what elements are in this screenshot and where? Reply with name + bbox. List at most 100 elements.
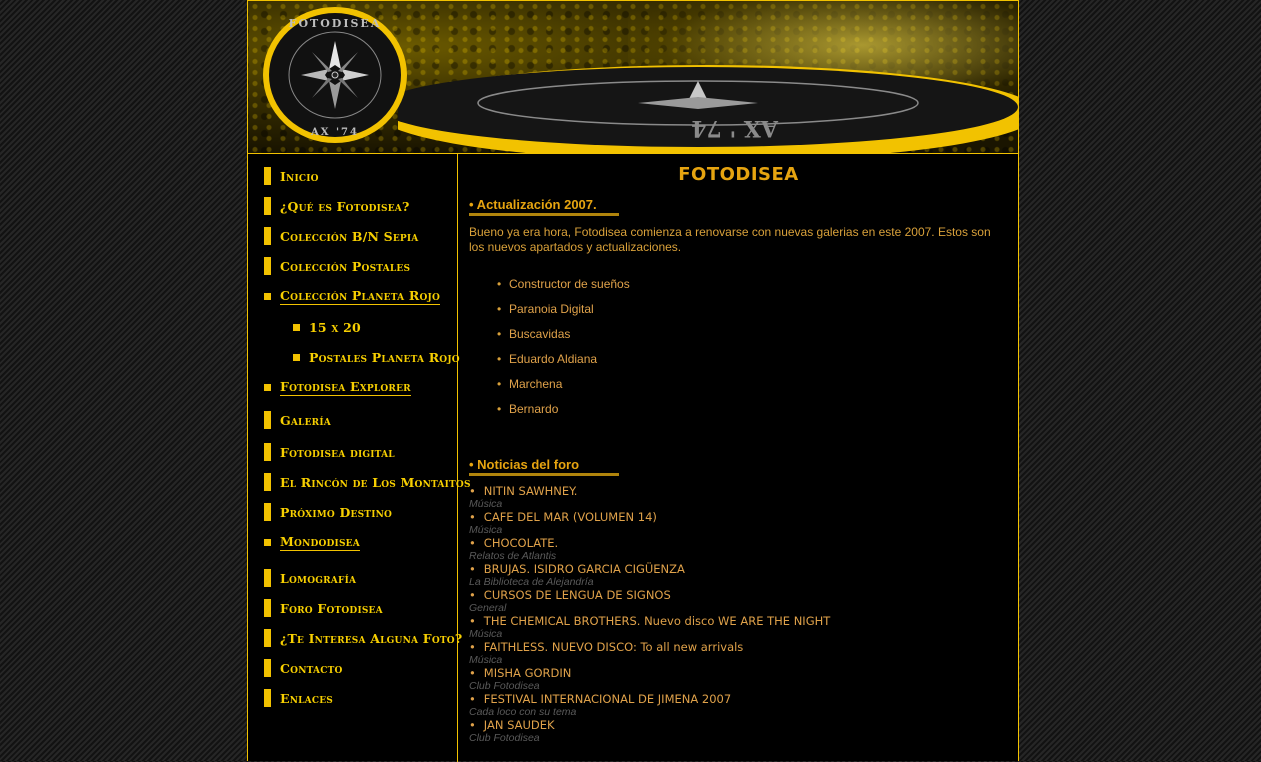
news-title-link[interactable]: • FAITHLESS. NUEVO DISCO: To all new arri… <box>469 641 830 654</box>
square-bullet-icon <box>264 292 271 300</box>
bullet-icon: • <box>497 401 502 416</box>
square-bullet-icon <box>293 323 300 331</box>
fotodisea-logo: FOTODISEA AX '74 <box>263 7 407 143</box>
gallery-link[interactable]: • Eduardo Aldiana <box>497 346 630 371</box>
sidebar-item-lomografía[interactable]: Lomografía <box>264 567 356 589</box>
sidebar-item-mondodisea[interactable]: Mondodisea <box>264 531 360 553</box>
bullet-icon: • <box>469 614 476 628</box>
square-bullet-icon <box>293 353 300 361</box>
news-title-link[interactable]: • CAFE DEL MAR (VOLUMEN 14) <box>469 511 830 524</box>
sidebar-item-label: ¿Qué es Fotodisea? <box>280 198 410 214</box>
bullet-icon: • <box>469 718 476 732</box>
news-title-link[interactable]: • CHOCOLATE. <box>469 537 830 550</box>
sidebar-item-qué-es-fotodisea[interactable]: ¿Qué es Fotodisea? <box>264 195 410 217</box>
sidebar-item-label: Fotodisea Explorer <box>280 378 411 396</box>
sidebar-item-colección-planeta-rojo[interactable]: Colección Planeta Rojo <box>264 285 440 307</box>
gallery-link[interactable]: • Buscavidas <box>497 321 630 346</box>
gallery-links-list: • Constructor de sueños • Paranoia Digital •… <box>497 271 630 421</box>
gallery-link-label: Eduardo Aldiana <box>509 351 598 366</box>
news-title-link[interactable]: • MISHA GORDIN <box>469 667 830 680</box>
sidebar-item-próximo-destino[interactable]: Próximo Destino <box>264 501 392 523</box>
news-title-text: CAFE DEL MAR (VOLUMEN 14) <box>483 510 657 524</box>
sidebar-item-label: Colección B/N Sepia <box>280 228 419 244</box>
bullet-icon: • <box>469 510 476 524</box>
svg-text:FOTODISEA: FOTODISEA <box>289 17 382 30</box>
sidebar-item-label: Inicio <box>280 168 319 184</box>
sidebar-item-foro-fotodisea[interactable]: Foro Fotodisea <box>264 597 383 619</box>
section-heading-actualizacion: • Actualización 2007. <box>469 197 597 212</box>
sidebar-item-colección-postales[interactable]: Colección Postales <box>264 255 410 277</box>
gallery-link-label: Constructor de sueños <box>509 276 630 291</box>
square-bullet-icon <box>264 383 271 391</box>
sidebar-item-postales-planeta-rojo[interactable]: Postales Planeta Rojo <box>293 346 460 368</box>
news-title-link[interactable]: • FESTIVAL INTERNACIONAL DE JIMENA 2007 <box>469 693 830 706</box>
sidebar-item-enlaces[interactable]: Enlaces <box>264 687 333 709</box>
sidebar-item-label: Foro Fotodisea <box>280 600 383 616</box>
sidebar-item-el-rincón-de-los-montaitos[interactable]: El Rincón de Los Montaitos <box>264 471 471 493</box>
bar-bullet-icon <box>264 167 271 185</box>
sidebar-item-label: Postales Planeta Rojo <box>309 349 460 365</box>
gallery-link-label: Paranoia Digital <box>509 301 594 316</box>
gallery-link[interactable]: • Constructor de sueños <box>497 271 630 296</box>
news-item: • THE CHEMICAL BROTHERS. Nuevo disco WE A… <box>469 615 830 641</box>
news-title-text: NITIN SAWHNEY. <box>483 484 578 498</box>
sidebar-item-label: Enlaces <box>280 690 333 706</box>
news-item: • BRUJAS. ISIDRO GARCIA CIGÜENZA La Biblio… <box>469 563 830 589</box>
gallery-link-label: Bernardo <box>509 401 559 416</box>
gallery-link[interactable]: • Marchena <box>497 371 630 396</box>
square-bullet-icon <box>264 538 271 546</box>
news-title-link[interactable]: • JAN SAUDEK <box>469 719 830 732</box>
bar-bullet-icon <box>264 629 271 647</box>
sidebar-item-galería[interactable]: Galería <box>264 409 331 431</box>
bar-bullet-icon <box>264 599 271 617</box>
sidebar-item-te-interesa-alguna-foto[interactable]: ¿Te Interesa Alguna Foto? <box>264 627 462 649</box>
news-title-link[interactable]: • THE CHEMICAL BROTHERS. Nuevo disco WE A… <box>469 615 830 628</box>
gallery-link[interactable]: • Paranoia Digital <box>497 296 630 321</box>
bullet-icon: • <box>469 666 476 680</box>
sidebar-item-label: Mondodisea <box>280 533 360 551</box>
news-item: • FESTIVAL INTERNACIONAL DE JIMENA 2007 Ca… <box>469 693 830 719</box>
page-frame: AX ' 74 FOTODISEA AX '74 Inicio ¿Qué es F… <box>247 0 1019 762</box>
news-title-text: FAITHLESS. NUEVO DISCO: To all new arriv… <box>483 640 744 654</box>
svg-text:AX '74: AX '74 <box>310 127 359 138</box>
news-title-link[interactable]: • CURSOS DE LENGUA DE SIGNOS <box>469 589 830 602</box>
bar-bullet-icon <box>264 569 271 587</box>
sidebar-item-fotodisea-digital[interactable]: Fotodisea digital <box>264 441 395 463</box>
sidebar-item-15-x-20[interactable]: 15 x 20 <box>293 316 361 338</box>
bar-bullet-icon <box>264 197 271 215</box>
sidebar-item-fotodisea-explorer[interactable]: Fotodisea Explorer <box>264 376 411 398</box>
news-item: • CHOCOLATE. Relatos de Atlantis <box>469 537 830 563</box>
news-title-text: JAN SAUDEK <box>483 718 555 732</box>
sidebar-item-inicio[interactable]: Inicio <box>264 165 319 187</box>
news-title-text: BRUJAS. ISIDRO GARCIA CIGÜENZA <box>483 562 685 576</box>
sidebar-item-colección-b-n-sepia[interactable]: Colección B/N Sepia <box>264 225 419 247</box>
main-content: FOTODISEA • Actualización 2007. Bueno ya… <box>459 154 1018 762</box>
forum-news-list: • NITIN SAWHNEY. Música • CAFE DEL MAR (VOLU… <box>469 485 830 745</box>
news-item: • FAITHLESS. NUEVO DISCO: To all new arri… <box>469 641 830 667</box>
news-item: • CURSOS DE LENGUA DE SIGNOS General <box>469 589 830 615</box>
bullet-icon: • <box>469 692 476 706</box>
header-banner: AX ' 74 FOTODISEA AX '74 <box>248 1 1018 154</box>
bullet-icon: • <box>469 562 476 576</box>
sidebar-item-contacto[interactable]: Contacto <box>264 657 343 679</box>
sidebar-item-label: Próximo Destino <box>280 504 393 520</box>
svg-text:AX ' 74: AX ' 74 <box>691 115 779 141</box>
news-item: • CAFE DEL MAR (VOLUMEN 14) Música <box>469 511 830 537</box>
bar-bullet-icon <box>264 443 271 461</box>
news-title-link[interactable]: • NITIN SAWHNEY. <box>469 485 830 498</box>
sidebar-item-label: Colección Planeta Rojo <box>280 287 440 305</box>
news-title-text: CURSOS DE LENGUA DE SIGNOS <box>483 588 671 602</box>
section-heading-noticias: • Noticias del foro <box>469 457 580 472</box>
sidebar-item-label: Galería <box>280 412 331 428</box>
news-item: • NITIN SAWHNEY. Música <box>469 485 830 511</box>
gallery-link[interactable]: • Bernardo <box>497 396 630 421</box>
sidebar-item-label: El Rincón de Los Montaitos <box>280 474 471 490</box>
bullet-icon: • <box>469 588 476 602</box>
gallery-link-label: Buscavidas <box>509 326 571 341</box>
sidebar-item-label: Fotodisea digital <box>280 444 395 460</box>
bar-bullet-icon <box>264 503 271 521</box>
intro-paragraph: Bueno ya era hora, Fotodisea comienza a … <box>469 225 991 254</box>
bar-bullet-icon <box>264 473 271 491</box>
news-title-link[interactable]: • BRUJAS. ISIDRO GARCIA CIGÜENZA <box>469 563 830 576</box>
bullet-icon: • <box>497 301 502 316</box>
